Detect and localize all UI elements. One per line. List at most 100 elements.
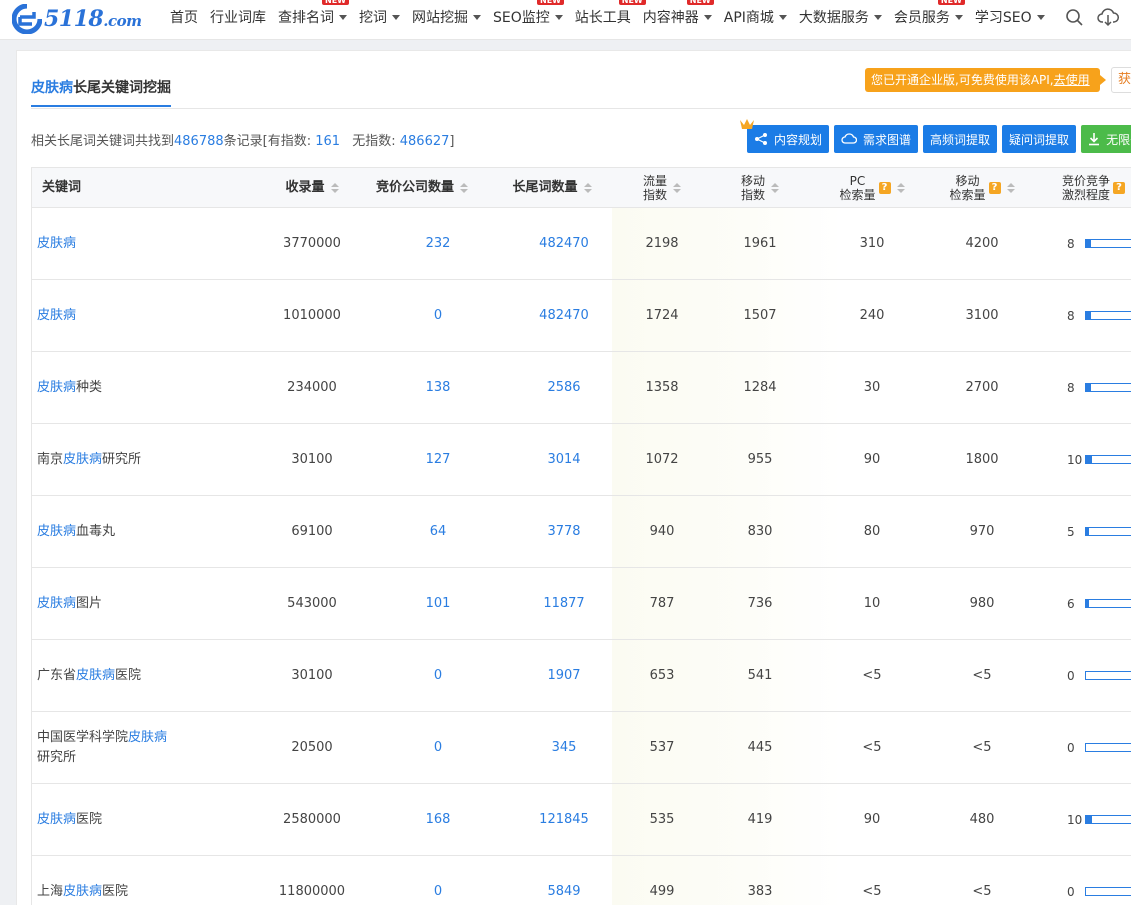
col-mobile-index[interactable]: 移动 指数 [730, 168, 790, 208]
keyword-link[interactable]: 皮肤病种类 [32, 352, 172, 423]
cell-mobile-search: <5 [972, 740, 992, 755]
cell-bid-companies[interactable]: 0 [378, 712, 498, 783]
nav-item-3[interactable]: 挖词 [359, 7, 400, 27]
col-competition[interactable]: 竞价竞争 激烈程度? [1062, 168, 1131, 208]
nav-item-2[interactable]: 查排名词 NEW [278, 0, 349, 27]
chevron-down-icon [473, 14, 481, 20]
nav-item-8[interactable]: API商城 [724, 7, 787, 27]
cell-bid-companies[interactable]: 0 [378, 280, 498, 351]
cell-longtail[interactable]: 5849 [504, 856, 624, 905]
keyword-text: 南京 [37, 451, 64, 467]
keyword-link[interactable]: 南京皮肤病研究所 [32, 424, 172, 495]
cell-mobile-index: 419 [747, 812, 773, 827]
cell-traffic-index: 1724 [645, 308, 679, 323]
cell-mobile-search: 2700 [965, 380, 999, 395]
keyword-link[interactable]: 上海皮肤病医院 [32, 856, 172, 905]
col-mobile-search[interactable]: 移动 检索量? [937, 168, 1027, 208]
cell-longtail[interactable]: 1907 [504, 640, 624, 711]
nav-item-4[interactable]: 网站挖掘 [412, 7, 481, 27]
keyword-link[interactable]: 中国医学科学院皮肤病研究所 [32, 712, 172, 783]
chevron-down-icon [1036, 14, 1045, 20]
nav-item-6[interactable]: 站长工具 NEW [575, 0, 646, 27]
cloud-download-icon[interactable] [1097, 6, 1119, 28]
demand-graph-button[interactable]: 需求图谱 [834, 125, 919, 153]
cell-bid-companies[interactable]: 138 [378, 352, 498, 423]
cell-bid-companies[interactable]: 232 [378, 208, 498, 279]
get-button[interactable]: 获取 [1111, 67, 1131, 93]
cell-bid-companies[interactable]: 101 [378, 568, 498, 639]
tab-longtail-mining[interactable]: 皮肤病长尾关键词挖掘 [31, 77, 171, 107]
cell-bid-companies[interactable]: 127 [378, 424, 498, 495]
keyword-highlight: 皮肤病 [63, 883, 103, 899]
keyword-link[interactable]: 皮肤病 [32, 208, 172, 279]
nav-item-1[interactable]: 行业词库 [210, 7, 266, 27]
cell-bid-companies[interactable]: 0 [378, 856, 498, 905]
cell-longtail[interactable]: 2586 [504, 352, 624, 423]
nav-item-11[interactable]: 学习SEO [975, 7, 1045, 27]
promo-use-link[interactable]: 去使用 [1054, 73, 1090, 87]
keyword-highlight: 皮肤病 [37, 379, 77, 395]
cell-mobile-index: 955 [747, 452, 773, 467]
competition-bar [1085, 383, 1131, 392]
col-bid-companies[interactable]: 竞价公司数量 [362, 168, 482, 208]
help-icon[interactable]: ? [1113, 182, 1126, 194]
logo-text: 5118.com [44, 6, 142, 32]
keyword-link[interactable]: 广东省皮肤病医院 [32, 640, 172, 711]
table-row: 皮肤病血毒丸 69100 64 3778 940 830 80 970 5 [32, 496, 1131, 568]
sort-icon [673, 183, 681, 193]
cell-longtail[interactable]: 482470 [504, 280, 624, 351]
cell-longtail[interactable]: 3778 [504, 496, 624, 567]
keyword-link[interactable]: 皮肤病 [32, 280, 172, 351]
nav-item-0[interactable]: 首页 [170, 7, 198, 27]
cell-mobile-index: 736 [747, 596, 773, 611]
keyword-highlight: 皮肤病 [76, 667, 116, 683]
cell-competition: 6 [1067, 568, 1131, 639]
keyword-link[interactable]: 皮肤病图片 [32, 568, 172, 639]
cell-bid-companies[interactable]: 0 [378, 640, 498, 711]
cell-indexed: 69100 [291, 524, 333, 539]
cell-longtail[interactable]: 121845 [504, 784, 624, 855]
logo-mark-icon [12, 4, 42, 34]
chevron-down-icon [392, 14, 400, 20]
cell-pc-search: 90 [863, 812, 881, 827]
col-indexed[interactable]: 收录量 [272, 168, 352, 208]
cell-longtail[interactable]: 3014 [504, 424, 624, 495]
col-longtail[interactable]: 长尾词数量 [492, 168, 612, 208]
table-row: 皮肤病 3770000 232 482470 2198 1961 310 4200 8 [32, 208, 1131, 280]
sort-icon [460, 183, 468, 193]
competition-bar [1085, 527, 1131, 536]
question-word-extract-button[interactable]: 疑问词提取 [1002, 125, 1077, 153]
cell-indexed: 30100 [291, 668, 333, 683]
cell-longtail[interactable]: 482470 [504, 208, 624, 279]
search-icon[interactable] [1063, 6, 1085, 28]
nav-item-10[interactable]: 会员服务 NEW [894, 0, 965, 27]
cell-mobile-search: <5 [972, 668, 992, 683]
unlimited-export-button[interactable]: 无限条 [1081, 125, 1131, 153]
nav-item-7[interactable]: 内容神器 NEW [643, 0, 714, 27]
content-plan-button[interactable]: 内容规划 [740, 119, 830, 153]
col-pc-search[interactable]: PC 检索量? [827, 168, 917, 208]
competition-bar-fill [1086, 312, 1091, 319]
cell-bid-companies[interactable]: 168 [378, 784, 498, 855]
nav-item-9[interactable]: 大数据服务 [799, 7, 882, 27]
sort-icon [1006, 183, 1015, 193]
cell-longtail[interactable]: 345 [504, 712, 624, 783]
site-logo[interactable]: 5118.com [12, 2, 142, 36]
cell-traffic-index: 940 [649, 524, 675, 539]
help-icon[interactable]: ? [988, 182, 1001, 194]
keyword-link[interactable]: 皮肤病医院 [32, 784, 172, 855]
col-keyword: 关键词 [42, 180, 82, 195]
keyword-link[interactable]: 皮肤病血毒丸 [32, 496, 172, 567]
nav-item-5[interactable]: SEO监控 NEW [493, 0, 564, 27]
cell-longtail[interactable]: 11877 [504, 568, 624, 639]
col-traffic-index[interactable]: 流量 指数 [632, 168, 692, 208]
tab-divider [31, 108, 1131, 109]
sort-icon [583, 183, 592, 193]
table-header: 关键词 收录量 竞价公司数量 长尾词数量 流量 指数 移动 指数 PC 检索量? 移动… [32, 167, 1131, 208]
cell-bid-companies[interactable]: 64 [378, 496, 498, 567]
cell-mobile-index: 1961 [743, 236, 777, 251]
help-icon[interactable]: ? [878, 182, 891, 194]
table-row: 上海皮肤病医院 11800000 0 5849 499 383 <5 <5 0 [32, 856, 1131, 905]
cell-traffic-index: 1358 [645, 380, 679, 395]
high-frequency-extract-button[interactable]: 高频词提取 [923, 125, 998, 153]
